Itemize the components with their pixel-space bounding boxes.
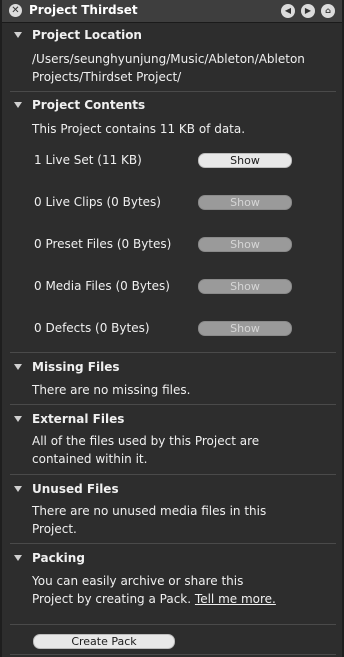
packing-text: Project by creating a Pack. — [32, 592, 192, 606]
packing-text-line-2: Project by creating a Pack. Tell me more… — [32, 590, 276, 608]
divider — [10, 624, 336, 625]
content-row-label: 1 Live Set (11 KB) — [34, 153, 142, 167]
unused-files-text-line-2: Project. — [32, 522, 77, 536]
divider — [10, 404, 336, 405]
tell-me-more-link[interactable]: Tell me more. — [195, 592, 276, 606]
missing-files-text: There are no missing files. — [32, 383, 191, 397]
divider — [10, 352, 336, 353]
show-live-sets-button[interactable]: Show — [198, 153, 292, 168]
disclosure-triangle-icon[interactable] — [14, 415, 22, 422]
title-bar: ✕ Project Thirdset ◀ ▶ ⌂ — [2, 0, 342, 23]
disclosure-triangle-icon[interactable] — [14, 363, 22, 370]
show-media-files-button[interactable]: Show — [198, 279, 292, 294]
divider — [10, 474, 336, 475]
section-header-packing[interactable]: Packing — [14, 551, 85, 565]
packing-text-line-1: You can easily archive or share this — [32, 574, 244, 588]
show-live-clips-button[interactable]: Show — [198, 195, 292, 210]
content-row-label: 0 Media Files (0 Bytes) — [34, 279, 170, 293]
disclosure-triangle-icon[interactable] — [14, 554, 22, 561]
external-files-text-line-1: All of the files used by this Project ar… — [32, 434, 260, 448]
section-header-project-location[interactable]: Project Location — [14, 28, 142, 42]
section-header-missing-files[interactable]: Missing Files — [14, 360, 119, 374]
section-title: Packing — [32, 551, 85, 565]
content-row-label: 0 Live Clips (0 Bytes) — [34, 195, 161, 209]
section-title: Project Location — [32, 28, 142, 42]
section-title: Project Contents — [32, 98, 146, 112]
section-title: External Files — [32, 412, 125, 426]
project-path-line-1: /Users/seunghyunjung/Music/Ableton/Ablet… — [32, 52, 305, 66]
section-header-unused-files[interactable]: Unused Files — [14, 482, 119, 496]
section-header-external-files[interactable]: External Files — [14, 412, 124, 426]
divider — [10, 543, 336, 544]
disclosure-triangle-icon[interactable] — [14, 101, 22, 108]
close-icon[interactable]: ✕ — [9, 4, 22, 17]
unused-files-text-line-1: There are no unused media files in this — [32, 504, 267, 518]
project-info-panel: ✕ Project Thirdset ◀ ▶ ⌂ Project Locatio… — [0, 0, 344, 657]
divider — [10, 91, 336, 92]
show-defects-button[interactable]: Show — [198, 321, 292, 336]
back-arrow-icon[interactable]: ◀ — [281, 4, 295, 18]
forward-arrow-icon[interactable]: ▶ — [301, 4, 315, 18]
create-pack-button[interactable]: Create Pack — [33, 634, 175, 649]
disclosure-triangle-icon[interactable] — [14, 485, 22, 492]
home-icon[interactable]: ⌂ — [321, 4, 335, 18]
disclosure-triangle-icon[interactable] — [14, 31, 22, 38]
section-title: Missing Files — [32, 360, 120, 374]
content-row-label: 0 Defects (0 Bytes) — [34, 321, 150, 335]
section-title: Unused Files — [32, 482, 119, 496]
external-files-text-line-2: contained within it. — [32, 452, 148, 466]
project-contents-summary: This Project contains 11 KB of data. — [32, 122, 246, 136]
content-row-label: 0 Preset Files (0 Bytes) — [34, 237, 172, 251]
show-preset-files-button[interactable]: Show — [198, 237, 292, 252]
project-path-line-2: Projects/Thirdset Project/ — [32, 70, 182, 84]
window-title: Project Thirdset — [29, 3, 138, 17]
section-header-project-contents[interactable]: Project Contents — [14, 98, 145, 112]
divider — [10, 654, 336, 655]
